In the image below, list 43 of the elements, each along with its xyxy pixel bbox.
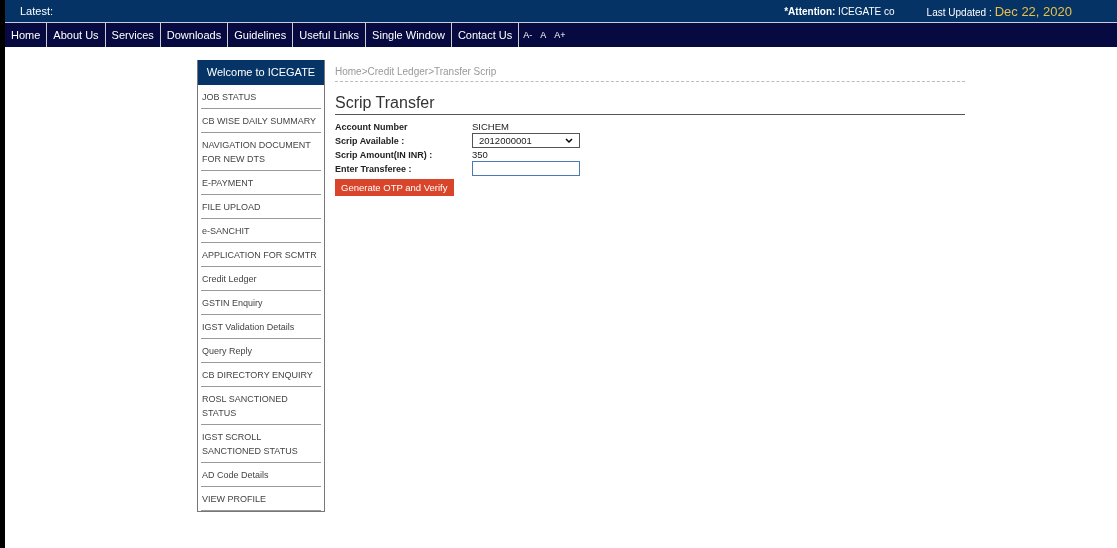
nav-link[interactable]: Contact Us (451, 23, 520, 47)
sidebar-item[interactable]: CB DIRECTORY ENQUIRY (201, 363, 321, 387)
sidebar-item[interactable]: E-PAYMENT (201, 171, 321, 195)
sidebar-item[interactable]: CB WISE DAILY SUMMARY (201, 109, 321, 133)
nav-link[interactable]: Single Window (366, 23, 452, 47)
font-size-link[interactable]: A (536, 23, 551, 47)
updated-label: Last Updated : (926, 6, 992, 18)
field-label: Enter Transferee : (335, 163, 413, 174)
sidebar-item[interactable]: e-SANCHIT (201, 219, 321, 243)
sidebar-item[interactable]: GSTIN Enquiry (201, 291, 321, 315)
updated-date: Dec 22, 2020 (994, 3, 1072, 19)
ticker-label: Latest: (20, 5, 54, 17)
nav-link[interactable]: About Us (47, 23, 106, 47)
field-value: SICHEM (472, 121, 509, 132)
sidebar-item[interactable]: FILE UPLOAD (201, 195, 321, 219)
nav-link[interactable]: Guidelines (228, 23, 294, 47)
sidebar-title: Welcome to ICEGATE (198, 60, 324, 85)
sidebar-item[interactable]: NAVIGATION DOCUMENT FOR NEW DTS (201, 133, 321, 171)
attention-text: *Attention: ICEGATE co (784, 5, 895, 17)
nav-link[interactable]: Services (105, 23, 161, 47)
generate-otp-button[interactable]: Generate OTP and Verify (335, 179, 454, 196)
nav-link[interactable]: Home (5, 23, 48, 47)
sidebar-item[interactable]: IGST Validation Details (201, 315, 321, 339)
font-size-link[interactable]: A+ (550, 23, 570, 47)
scrip-select[interactable]: 2012000001 (472, 133, 580, 148)
field-label: Scrip Available : (335, 135, 406, 146)
sidebar-item[interactable]: Query Reply (201, 339, 321, 363)
sidebar-item[interactable]: VIEW PROFILE (201, 487, 321, 511)
sidebar-item[interactable]: JOB STATUS (201, 85, 321, 109)
transferee-input[interactable] (472, 161, 580, 176)
nav-link[interactable]: Useful Links (293, 23, 367, 47)
sidebar-item[interactable]: APPLICATION FOR SCMTR (201, 243, 321, 267)
sidebar-item[interactable]: ROSL SANCTIONED STATUS (201, 387, 321, 425)
sidebar-item[interactable]: AD Code Details (201, 463, 321, 487)
font-size-link[interactable]: A- (519, 23, 537, 47)
chevron-down-icon (565, 137, 573, 144)
sidebar-item[interactable]: Credit Ledger (201, 267, 321, 291)
nav-link[interactable]: Downloads (160, 23, 229, 47)
sidebar-item[interactable]: IGST SCROLL SANCTIONED STATUS (201, 425, 321, 463)
page-title: Scrip Transfer (335, 94, 965, 115)
field-label: Account Number (335, 121, 409, 132)
field-label: Scrip Amount(IN INR) : (335, 149, 434, 160)
field-value: 350 (472, 149, 488, 160)
